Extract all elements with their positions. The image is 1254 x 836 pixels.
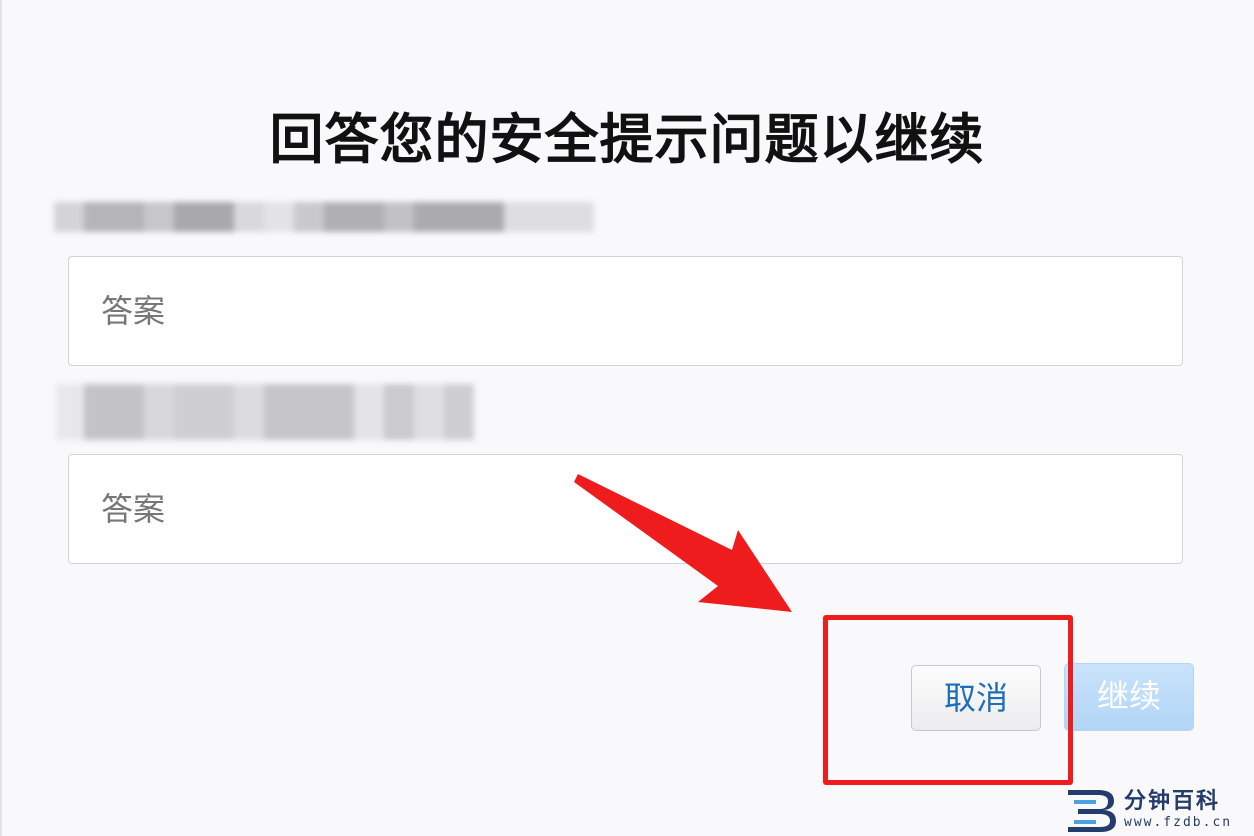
watermark-name: 分钟百科	[1124, 789, 1221, 814]
watermark-logo-icon	[1068, 790, 1116, 832]
question-1-redacted	[54, 202, 594, 232]
red-arrow-annotation	[574, 474, 792, 612]
watermark-url: www.fzdb.cn	[1124, 815, 1233, 830]
site-watermark: 分钟百科 www.fzdb.cn	[1060, 784, 1254, 836]
continue-button-label: 继续	[1096, 677, 1161, 715]
answer-1-input[interactable]	[68, 256, 1183, 366]
page-title: 回答您的安全提示问题以继续	[269, 108, 985, 171]
continue-button[interactable]: 继续	[1064, 663, 1194, 731]
red-highlight-box	[823, 615, 1073, 785]
question-2-redacted	[56, 384, 474, 440]
